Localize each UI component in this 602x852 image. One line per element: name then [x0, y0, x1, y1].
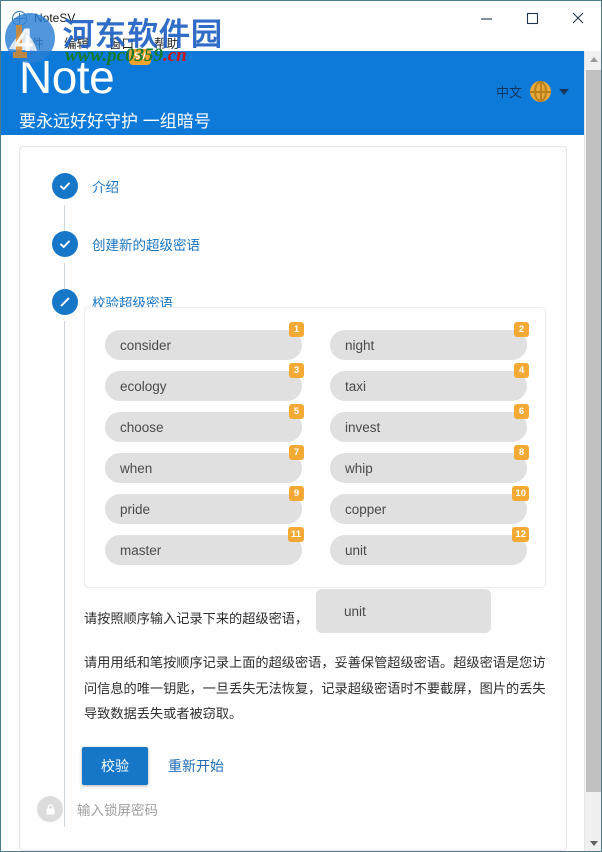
language-label: 中文: [495, 85, 522, 100]
chevron-up-icon: [589, 57, 598, 62]
step-create-passphrase[interactable]: 创建新的超级密语: [52, 231, 200, 257]
word-chip[interactable]: pride 9: [105, 486, 304, 524]
dragged-word-chip-text: unit: [344, 603, 366, 619]
word-chip-index: 4: [514, 363, 529, 378]
menu-item-file[interactable]: 文件: [19, 33, 44, 52]
vertical-scrollbar[interactable]: [584, 51, 601, 851]
step-create-passphrase-label: 创建新的超级密语: [92, 238, 200, 253]
word-chip-text: master: [120, 542, 162, 558]
word-chip-text: unit: [345, 542, 367, 558]
verify-button[interactable]: 校验: [82, 747, 148, 785]
passphrase-words-panel: consider 1 night 2 ecology 3 taxi 4 choo…: [84, 307, 546, 588]
word-chip-index: 9: [289, 486, 304, 501]
word-chip[interactable]: whip 8: [330, 445, 529, 483]
step-connector-3: [64, 321, 65, 827]
scroll-down-button[interactable]: [585, 835, 601, 851]
word-chip-text: consider: [120, 337, 172, 353]
maximize-button[interactable]: [509, 2, 555, 35]
word-chip[interactable]: invest 6: [330, 404, 529, 442]
wizard-card: 介绍 创建新的超级密语 校验超级密语 consider 1 night 2 ec…: [19, 146, 567, 851]
application-window: NoteSV 文件 编辑 窗口 帮助 Note SV 要永远好好守护 一组暗号 …: [0, 0, 602, 852]
action-button-row: 校验 重新开始: [82, 747, 224, 785]
word-chip-index: 10: [512, 486, 529, 501]
step-connector-1: [64, 205, 65, 231]
word-chip-index: 1: [289, 322, 304, 337]
banner-subtitle: 要永远好好守护 一组暗号: [19, 112, 211, 131]
app-banner: Note SV 要永远好好守护 一组暗号 中文: [1, 49, 585, 135]
word-chip-index: 3: [289, 363, 304, 378]
word-chip-text: night: [345, 337, 375, 353]
word-chip-text: copper: [345, 501, 387, 517]
check-icon: [52, 173, 78, 199]
word-chip[interactable]: ecology 3: [105, 363, 304, 401]
word-chip-text: invest: [345, 419, 381, 435]
word-chip-text: choose: [120, 419, 164, 435]
scroll-up-button[interactable]: [585, 51, 601, 68]
word-chip-index: 2: [514, 322, 529, 337]
word-chip-index: 5: [289, 404, 304, 419]
word-chip-index: 12: [512, 527, 529, 542]
restart-link[interactable]: 重新开始: [168, 756, 224, 776]
check-icon: [52, 231, 78, 257]
chevron-down-icon[interactable]: [559, 88, 569, 95]
app-icon: [12, 10, 27, 26]
word-chip[interactable]: copper 10: [330, 486, 529, 524]
word-chip-text: ecology: [120, 378, 167, 394]
language-selector[interactable]: 中文: [496, 81, 569, 102]
word-chip[interactable]: consider 1: [105, 322, 304, 360]
pencil-icon: [52, 289, 78, 315]
word-chip-index: 6: [514, 404, 529, 419]
scrollbar-thumb[interactable]: [586, 70, 601, 792]
word-chip-text: pride: [120, 501, 151, 517]
word-chip-text: whip: [345, 460, 373, 476]
lock-circle-icon: [37, 796, 63, 822]
word-chip[interactable]: when 7: [105, 445, 304, 483]
word-chip[interactable]: unit 12: [330, 527, 529, 565]
main-content: 介绍 创建新的超级密语 校验超级密语 consider 1 night 2 ec…: [1, 135, 585, 851]
minimize-button[interactable]: [463, 2, 509, 35]
word-chip-index: 11: [287, 527, 304, 542]
step-lock-password-label: 输入锁屏密码: [77, 803, 158, 818]
chevron-down-icon: [589, 841, 598, 846]
window-title: NoteSV: [34, 11, 76, 25]
menu-bar: 文件 编辑 窗口 帮助: [1, 31, 601, 53]
word-chip[interactable]: choose 5: [105, 404, 304, 442]
passphrase-words-grid: consider 1 night 2 ecology 3 taxi 4 choo…: [105, 322, 529, 565]
brand-logo: Note: [19, 51, 115, 103]
menu-item-edit[interactable]: 编辑: [64, 33, 89, 52]
step-connector-2: [64, 263, 65, 289]
instruction-paragraph-2: 请用用纸和笔按顺序记录上面的超级密语，妥善保管超级密语。超级密语是您访问信息的唯…: [84, 655, 546, 722]
step-intro[interactable]: 介绍: [52, 173, 119, 199]
word-chip-text: taxi: [345, 378, 367, 394]
menu-item-help[interactable]: 帮助: [154, 33, 179, 52]
word-chip[interactable]: night 2: [330, 322, 529, 360]
word-chip-index: 7: [289, 445, 304, 460]
globe-icon: [530, 81, 551, 102]
step-intro-label: 介绍: [92, 180, 119, 195]
word-chip[interactable]: taxi 4: [330, 363, 529, 401]
step-lock-password[interactable]: 输入锁屏密码: [37, 796, 158, 822]
word-chip-text: when: [120, 460, 153, 476]
title-bar: NoteSV: [1, 1, 601, 35]
word-chip[interactable]: master 11: [105, 527, 304, 565]
brand-badge: SV: [129, 49, 152, 65]
word-chip-index: 8: [514, 445, 529, 460]
close-button[interactable]: [555, 2, 601, 35]
dragged-word-chip[interactable]: unit: [316, 589, 491, 633]
